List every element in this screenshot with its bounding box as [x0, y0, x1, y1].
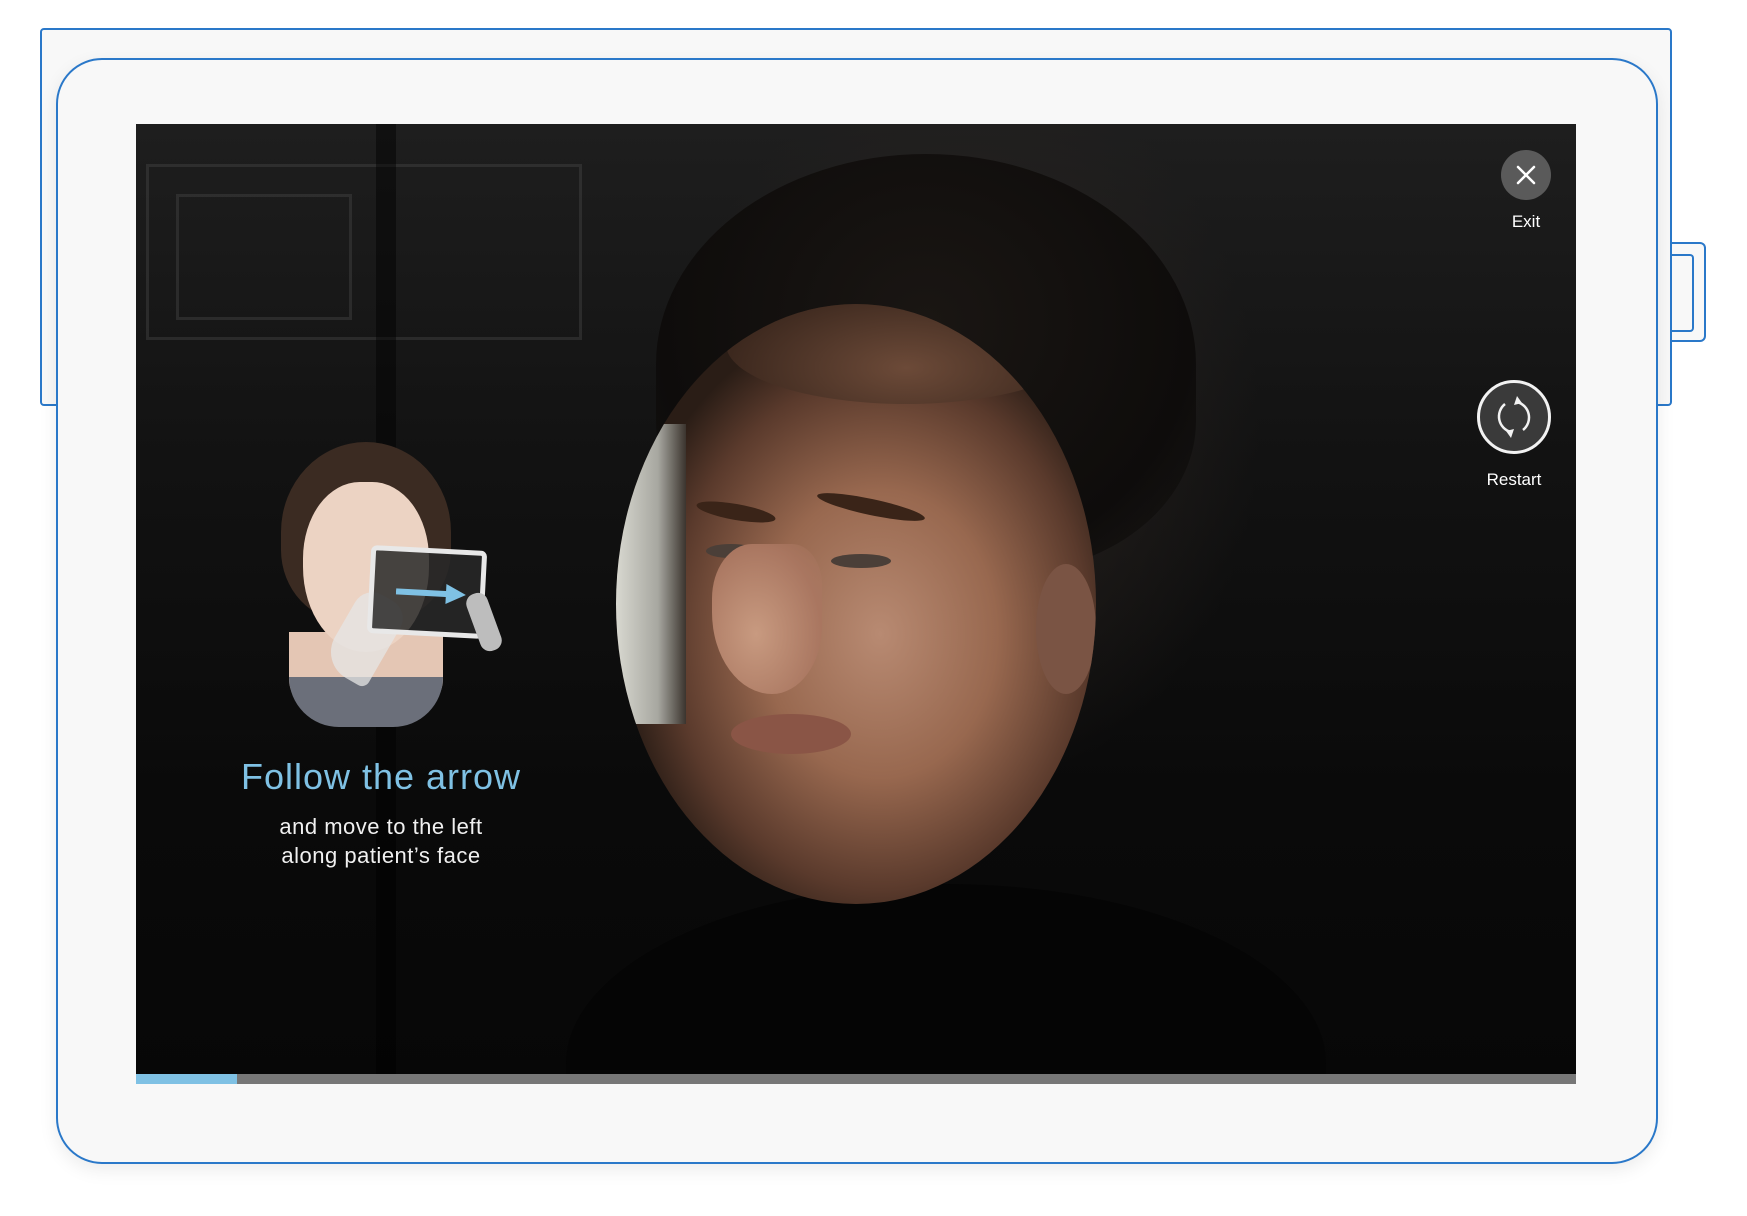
arrow-right-icon [395, 584, 466, 604]
progress-bar [136, 1074, 1576, 1084]
instruction-line-2: along patient’s face [281, 843, 481, 868]
instruction-title: Follow the arrow [240, 756, 522, 797]
progress-bar-fill [136, 1074, 237, 1084]
oval-ear [1036, 564, 1096, 694]
tablet-icon [366, 545, 488, 639]
oval-right-brow [815, 487, 927, 527]
exit-button[interactable] [1501, 150, 1551, 200]
oval-right-eye [831, 554, 891, 568]
restart-control[interactable]: Restart [1466, 380, 1562, 490]
oval-nose [712, 544, 822, 694]
exit-control[interactable]: Exit [1488, 150, 1564, 232]
camera-screen: Follow the arrow and move to the left al… [136, 124, 1576, 1084]
device-mockup: Follow the arrow and move to the left al… [0, 0, 1747, 1216]
device-side-button [1672, 242, 1706, 342]
oval-background-window [616, 424, 686, 724]
oval-lips [731, 714, 851, 754]
instruction-illustration [251, 442, 511, 732]
background-window-pane [176, 194, 352, 320]
instruction-panel: Follow the arrow and move to the left al… [216, 442, 546, 870]
restart-button[interactable] [1477, 380, 1551, 454]
close-icon [1516, 165, 1536, 185]
instruction-subtitle: and move to the left along patient’s fac… [216, 812, 546, 870]
refresh-icon [1497, 396, 1531, 438]
oval-left-brow [695, 497, 777, 527]
restart-label[interactable]: Restart [1466, 470, 1562, 490]
face-capture-oval [616, 304, 1096, 904]
instruction-line-1: and move to the left [279, 814, 483, 839]
exit-label[interactable]: Exit [1488, 212, 1564, 232]
